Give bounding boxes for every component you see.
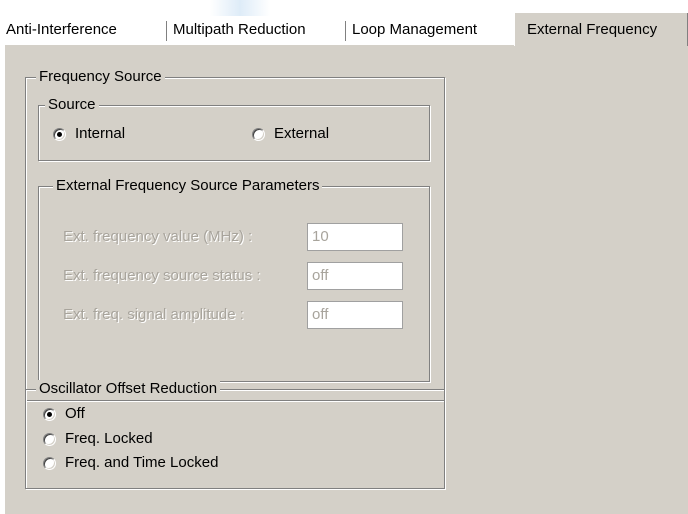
oscillator-freq-time-locked-label: Freq. and Time Locked [65, 454, 219, 471]
oscillator-offset-group: Oscillator Offset Reduction Off Freq. Lo… [25, 380, 445, 489]
oscillator-freq-time-locked-radio[interactable]: Freq. and Time Locked [43, 453, 218, 473]
tab-panel-external-frequency: Frequency Source Source Internal Externa… [4, 44, 688, 514]
source-title: Source [45, 96, 99, 114]
tab-label: Loop Management [352, 21, 478, 38]
internal-radio[interactable]: Internal [53, 124, 125, 144]
oscillator-offset-title: Oscillator Offset Reduction [36, 380, 221, 398]
frequency-source-title: Frequency Source [36, 68, 165, 86]
tab-loop-management[interactable]: Loop Management [346, 16, 514, 44]
tab-label: Anti-Interference [6, 21, 117, 38]
tab-label: External Frequency [527, 21, 658, 38]
radio-unchecked-icon [43, 456, 56, 470]
freq-value-field[interactable]: 10 [307, 223, 403, 251]
background-artifact [210, 0, 270, 16]
amplitude-field[interactable]: off [307, 301, 403, 329]
radio-checked-icon [53, 127, 66, 141]
oscillator-freq-locked-radio[interactable]: Freq. Locked [43, 429, 153, 449]
oscillator-off-label: Off [65, 405, 85, 422]
external-radio[interactable]: External [252, 124, 329, 144]
external-label: External [274, 125, 330, 142]
amplitude-label: Ext. freq. signal amplitude : [63, 306, 244, 323]
status-label: Ext. frequency source status : [63, 267, 261, 284]
radio-checked-icon [43, 407, 56, 421]
ext-params-group: External Frequency Source Parameters Ext… [38, 177, 430, 382]
frequency-source-group: Frequency Source Source Internal Externa… [25, 68, 445, 401]
tab-multipath-reduction[interactable]: Multipath Reduction [167, 16, 346, 44]
oscillator-freq-locked-label: Freq. Locked [65, 430, 153, 447]
oscillator-off-radio[interactable]: Off [43, 404, 85, 424]
tab-label: Multipath Reduction [173, 21, 306, 38]
internal-label: Internal [75, 125, 126, 142]
status-field[interactable]: off [307, 262, 403, 290]
tab-anti-interference[interactable]: Anti-Interference [0, 16, 167, 44]
tab-strip: Anti-Interference Multipath Reduction Lo… [0, 0, 688, 46]
tab-external-frequency[interactable]: External Frequency [514, 12, 688, 46]
radio-unchecked-icon [252, 127, 265, 141]
radio-unchecked-icon [43, 432, 56, 446]
freq-value-label: Ext. frequency value (MHz) : [63, 228, 253, 245]
ext-params-title: External Frequency Source Parameters [53, 177, 323, 195]
source-group: Source Internal External [38, 96, 430, 161]
